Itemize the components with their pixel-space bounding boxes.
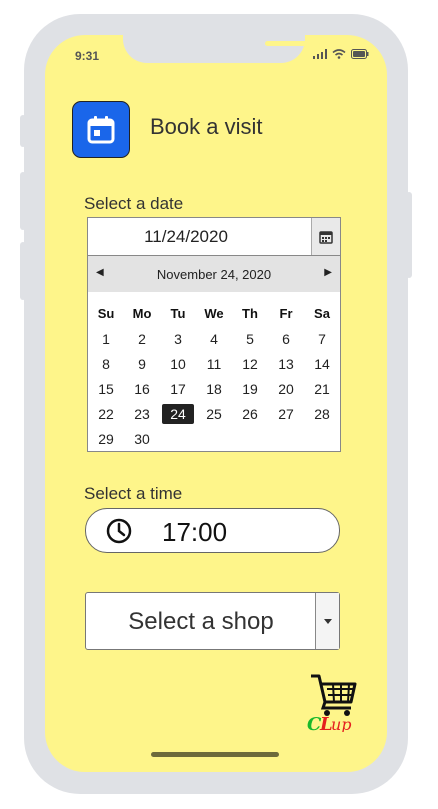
side-button-volume-down [20, 242, 26, 300]
weekday-header: Sa [314, 305, 330, 321]
calendar-app-icon [72, 101, 130, 158]
date-label: Select a date [84, 194, 184, 213]
calendar-toggle-button[interactable] [311, 218, 340, 255]
calendar-day[interactable]: 22 [88, 406, 124, 422]
calendar-day[interactable]: 23 [124, 406, 160, 422]
calendar-day[interactable]: 16 [124, 381, 160, 397]
calendar-week-row: 22 23 24 25 26 27 28 [88, 401, 340, 426]
shop-select[interactable]: Select a shop [85, 592, 340, 650]
calendar-day[interactable]: 27 [268, 406, 304, 422]
shop-select-label: Select a shop [128, 608, 274, 635]
chevron-down-icon [323, 618, 332, 624]
weekday-header: We [204, 305, 224, 321]
calendar-icon [87, 115, 115, 143]
calendar-day[interactable]: 30 [124, 431, 160, 447]
weekday-header: Mo [132, 305, 152, 321]
calendar-day[interactable]: 29 [88, 431, 124, 447]
calendar-week-row: 1234567 [88, 326, 340, 351]
wifi-icon [332, 49, 346, 59]
weekday-header: Su [97, 305, 115, 321]
time-label: Select a time [84, 484, 183, 503]
calendar-day[interactable]: 11 [196, 356, 232, 372]
calendar-day[interactable]: 15 [88, 381, 124, 397]
calendar-day[interactable]: 13 [268, 356, 304, 372]
calendar-week-row: 15 16 17 18 19 20 21 [88, 376, 340, 401]
calendar-day[interactable]: 5 [232, 331, 268, 347]
calendar-small-icon [319, 230, 333, 244]
date-value: 11/24/2020 [144, 227, 228, 246]
weekday-header: Tu [170, 305, 186, 321]
date-input[interactable]: 11/24/2020 [87, 217, 341, 256]
calendar-day[interactable]: 12 [232, 356, 268, 372]
calendar-day[interactable]: 25 [196, 406, 232, 422]
weekday-header: Th [242, 305, 258, 321]
side-button-silent [20, 115, 26, 147]
calendar-day[interactable]: 10 [160, 356, 196, 372]
weekday-header: Fr [279, 305, 293, 321]
home-indicator[interactable] [151, 752, 279, 757]
calendar-day[interactable]: 4 [196, 331, 232, 347]
speaker [265, 41, 320, 46]
svg-text:up: up [331, 715, 352, 732]
calendar-day[interactable]: 7 [304, 331, 340, 347]
signal-icon [313, 49, 327, 59]
calendar-popup: ◀ November 24, 2020 ▶ Su Mo Tu We Th Fr Sa 123… [87, 255, 341, 452]
shopping-cart-icon: C L up [307, 674, 357, 735]
calendar-days-grid: 1 2 3 4 5 6 7 8 9 10 11 12 13 14 15 16 17 18 19 20 21 22 23 24 2… [88, 326, 340, 451]
calendar-day[interactable]: 2 [124, 331, 160, 347]
calendar-day[interactable]: 8 [88, 356, 124, 372]
calendar-day[interactable]: 3 [160, 331, 196, 347]
calendar-week-row: 29 30 [88, 426, 340, 451]
battery-icon [351, 49, 369, 59]
shop-dropdown-button[interactable] [315, 593, 339, 649]
clock-icon [106, 518, 132, 544]
phone-screen: 9:31 Book a visit Select a date 11/24/20… [45, 35, 387, 772]
calendar-day[interactable]: 9 [124, 356, 160, 372]
clup-logo: C L up [307, 672, 363, 737]
calendar-day[interactable]: 19 [232, 381, 268, 397]
time-value: 17:00 [162, 517, 228, 547]
weekday-header-row: Su Mo Tu We Th Fr Sa [88, 300, 340, 326]
calendar-day[interactable]: 21 [304, 381, 340, 397]
calendar-day-selected[interactable]: 24 [160, 403, 196, 424]
calendar-header: ◀ November 24, 2020 ▶ [88, 256, 340, 292]
time-input[interactable]: 17:00 [85, 508, 340, 553]
calendar-day[interactable]: 6 [268, 331, 304, 347]
side-button-power [406, 192, 412, 278]
calendar-day[interactable]: 14 [304, 356, 340, 372]
status-icons [313, 49, 369, 59]
calendar-day[interactable]: 18 [196, 381, 232, 397]
next-month-icon[interactable]: ▶ [324, 267, 332, 278]
status-time: 9:31 [75, 49, 100, 63]
calendar-day[interactable]: 17 [160, 381, 196, 397]
calendar-day[interactable]: 26 [232, 406, 268, 422]
side-button-volume-up [20, 172, 26, 230]
notch [123, 35, 345, 63]
calendar-month-title: November 24, 2020 [156, 267, 272, 282]
calendar-week-row: 8 9 10 11 12 13 14 [88, 351, 340, 376]
calendar-day[interactable]: 1 [88, 331, 124, 347]
calendar-day[interactable]: 20 [268, 381, 304, 397]
calendar-day[interactable]: 28 [304, 406, 340, 422]
page-title: Book a visit [150, 114, 263, 139]
